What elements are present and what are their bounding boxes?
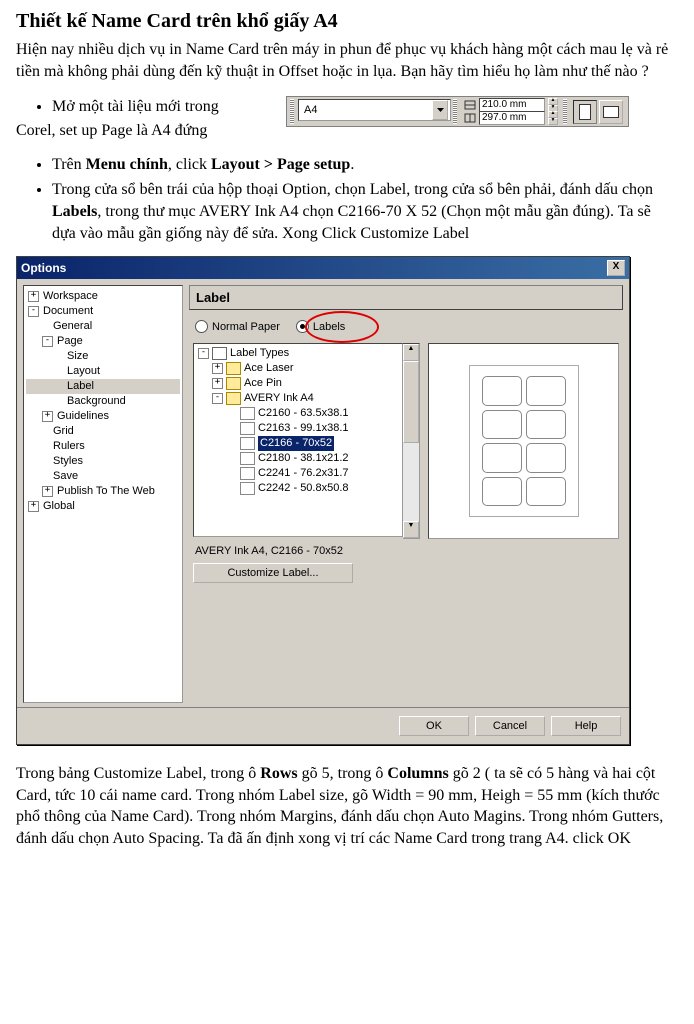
- paper-size-value: A4: [301, 104, 432, 116]
- file-icon: [240, 482, 255, 495]
- tree-item-rulers[interactable]: Rulers: [26, 439, 180, 454]
- page-height-input[interactable]: 297.0 mm: [479, 111, 545, 125]
- selected-label-status: AVERY Ink A4, C2166 - 70x52: [189, 539, 623, 559]
- height-icon: [464, 113, 476, 123]
- label-types-icon: [212, 347, 227, 360]
- bullet-open-doc: Mở một tài liệu mới trong: [52, 96, 286, 118]
- corel-page-toolbar: A4 210.0 mm ▲▼ 297.0 mm ▲▼: [286, 96, 629, 127]
- file-icon: [240, 467, 255, 480]
- cancel-button[interactable]: Cancel: [475, 716, 545, 736]
- tree-item-size[interactable]: Size: [26, 349, 180, 364]
- label-type-c2166-70x52[interactable]: C2166 - 70x52: [196, 436, 400, 451]
- label-type-ace-pin[interactable]: +Ace Pin: [196, 376, 400, 391]
- width-icon: [464, 100, 476, 110]
- customize-label-button[interactable]: Customize Label...: [193, 563, 353, 583]
- toolbar-grip: [290, 99, 294, 124]
- tree-item-general[interactable]: General: [26, 319, 180, 334]
- ok-button[interactable]: OK: [399, 716, 469, 736]
- tree-item-save[interactable]: Save: [26, 469, 180, 484]
- intro-paragraph: Hiện nay nhiều dịch vụ in Name Card trên…: [16, 39, 678, 82]
- tree-item-document[interactable]: -Document: [26, 304, 180, 319]
- close-button[interactable]: X: [607, 260, 625, 276]
- tree-item-grid[interactable]: Grid: [26, 424, 180, 439]
- tree-item-workspace[interactable]: +Workspace: [26, 289, 180, 304]
- label-tree-scrollbar[interactable]: ▲ ▼: [403, 343, 420, 539]
- dialog-titlebar: Options X: [17, 257, 629, 279]
- file-icon: [240, 437, 255, 450]
- tree-item-guidelines[interactable]: +Guidelines: [26, 409, 180, 424]
- file-icon: [240, 422, 255, 435]
- label-preview: [428, 343, 619, 539]
- bullet-select-label-start: Trong cửa sổ bên trái của hộp thoại Opti…: [52, 179, 678, 244]
- tree-item-page[interactable]: -Page: [26, 334, 180, 349]
- page-dimensions-group: 210.0 mm ▲▼ 297.0 mm ▲▼: [461, 99, 561, 124]
- scroll-up-button[interactable]: ▲: [403, 344, 419, 361]
- landscape-button[interactable]: [599, 100, 623, 124]
- folder-icon: [226, 392, 241, 405]
- paper-size-combo[interactable]: A4: [298, 99, 451, 121]
- label-panel: Label Normal Paper Labels: [189, 285, 623, 703]
- scroll-down-button[interactable]: ▼: [403, 521, 419, 538]
- bullet-open-doc-line2: Corel, set up Page là A4 đứng: [16, 122, 286, 140]
- label-type-avery-ink-a4[interactable]: -AVERY Ink A4: [196, 391, 400, 406]
- label-type-c2160-63-5x38-1[interactable]: C2160 - 63.5x38.1: [196, 406, 400, 421]
- final-paragraph: Trong bảng Customize Label, trong ô Rows…: [16, 763, 678, 849]
- tree-item-publish-to-the-web[interactable]: +Publish To The Web: [26, 484, 180, 499]
- bullet-menu-layout: Trên Menu chính, click Layout > Page set…: [52, 154, 678, 176]
- panel-title: Label: [189, 285, 623, 310]
- label-type-c2241-76-2x31-7[interactable]: C2241 - 76.2x31.7: [196, 466, 400, 481]
- file-icon: [240, 407, 255, 420]
- tree-item-label[interactable]: Label: [26, 379, 180, 394]
- radio-labels[interactable]: Labels: [296, 320, 345, 333]
- folder-icon: [226, 377, 241, 390]
- toolbar-grip-2: [453, 99, 457, 124]
- label-type-c2180-38-1x21-2[interactable]: C2180 - 38.1x21.2: [196, 451, 400, 466]
- label-type-c2242-50-8x50-8[interactable]: C2242 - 50.8x50.8: [196, 481, 400, 496]
- portrait-button[interactable]: [573, 100, 597, 124]
- label-type-c2163-99-1x38-1[interactable]: C2163 - 99.1x38.1: [196, 421, 400, 436]
- page-title: Thiết kế Name Card trên khổ giấy A4: [16, 10, 678, 33]
- tree-item-layout[interactable]: Layout: [26, 364, 180, 379]
- toolbar-grip-3: [563, 99, 567, 124]
- tree-item-background[interactable]: Background: [26, 394, 180, 409]
- tree-item-global[interactable]: +Global: [26, 499, 180, 514]
- file-icon: [240, 452, 255, 465]
- options-tree[interactable]: +Workspace-DocumentGeneral-PageSizeLayou…: [23, 285, 183, 703]
- tree-item-styles[interactable]: Styles: [26, 454, 180, 469]
- label-types-tree[interactable]: - Label Types +Ace Laser+Ace Pin-AVERY I…: [193, 343, 403, 537]
- folder-icon: [226, 362, 241, 375]
- label-type-ace-laser[interactable]: +Ace Laser: [196, 361, 400, 376]
- options-dialog: Options X +Workspace-DocumentGeneral-Pag…: [16, 256, 630, 745]
- paper-size-dropdown-button[interactable]: [432, 100, 448, 120]
- orientation-group: [571, 99, 625, 124]
- dialog-title: Options: [21, 261, 66, 275]
- page-height-spinner[interactable]: ▲▼: [548, 111, 558, 125]
- radio-normal-paper[interactable]: Normal Paper: [195, 320, 280, 333]
- help-button[interactable]: Help: [551, 716, 621, 736]
- label-preview-sheet: [469, 365, 579, 517]
- scroll-thumb[interactable]: [403, 361, 419, 443]
- page-width-input[interactable]: 210.0 mm: [479, 98, 545, 112]
